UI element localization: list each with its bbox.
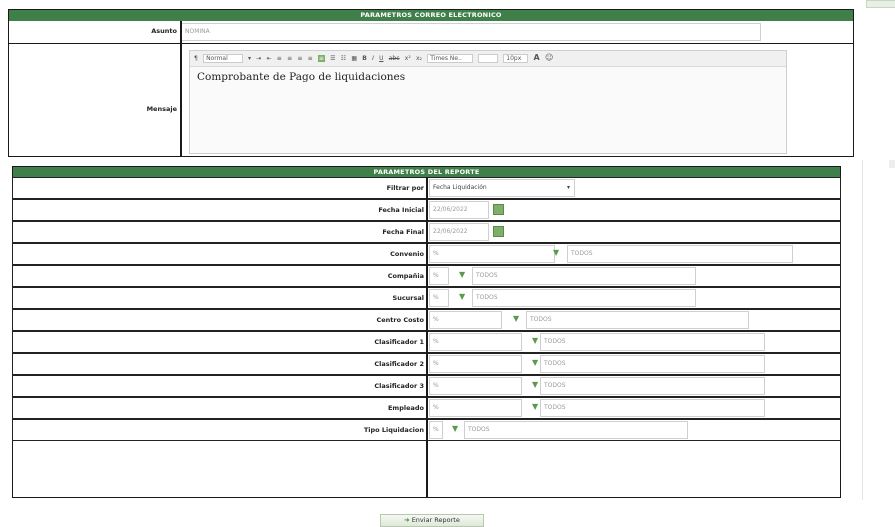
size-select[interactable]: 10px <box>503 54 529 63</box>
code-input[interactable]: % <box>429 289 449 307</box>
side-panel <box>862 160 895 500</box>
subscript-button[interactable]: x₂ <box>416 55 422 62</box>
message-label: Mensaje <box>146 105 177 113</box>
email-divider <box>180 21 182 157</box>
chevron-down-icon: ▾ <box>566 184 570 191</box>
code-input[interactable]: % <box>429 355 522 373</box>
report-row-label: Clasificador 1 <box>374 338 424 346</box>
report-row-label: Fecha Final <box>382 228 424 236</box>
editor-content[interactable]: Comprobante de Pago de liquidaciones <box>190 67 786 87</box>
email-params-header: PARAMETROS CORREO ELECTRONICO <box>9 10 853 21</box>
code-input[interactable]: % <box>429 245 555 263</box>
description-input[interactable]: TODOS <box>567 245 793 263</box>
line-height-select[interactable] <box>478 54 499 63</box>
report-row-label: Fecha Inicial <box>378 206 424 214</box>
description-input[interactable]: TODOS <box>472 267 696 285</box>
code-input[interactable]: % <box>429 311 502 329</box>
description-input[interactable]: TODOS <box>464 421 688 439</box>
description-input[interactable]: TODOS <box>472 289 696 307</box>
report-row-label: Sucursal <box>392 294 424 302</box>
report-row-label: Filtrar por <box>386 184 424 192</box>
corner-icon <box>866 0 895 8</box>
indent-icon[interactable]: ⇥ <box>256 55 261 62</box>
report-row-label: Tipo Liquidacion <box>363 426 424 434</box>
filter-icon[interactable]: ▼ <box>532 402 538 412</box>
align-right-icon[interactable]: ≡ <box>297 55 302 62</box>
highlight-icon[interactable]: ≡ <box>317 55 325 62</box>
code-input[interactable]: % <box>429 333 522 351</box>
report-row-label: Empleado <box>387 404 424 412</box>
filter-icon[interactable]: ▼ <box>532 336 538 346</box>
report-row-label: Clasificador 2 <box>374 360 424 368</box>
description-input[interactable]: TODOS <box>540 377 765 395</box>
font-color-button[interactable]: A <box>534 53 540 62</box>
align-center-icon[interactable]: ≡ <box>287 55 292 62</box>
filter-by-select[interactable]: Fecha Liquidación ▾ <box>429 179 575 197</box>
bullet-list-icon[interactable]: ☰ <box>330 55 335 62</box>
report-row-label: Clasificador 3 <box>374 382 424 390</box>
report-row-label: Convenio <box>390 250 424 258</box>
table-icon[interactable]: ▦ <box>351 55 357 62</box>
align-justify-icon[interactable]: ≡ <box>308 55 313 62</box>
subject-label: Asunto <box>151 27 177 35</box>
date-input[interactable]: 22/06/2022 <box>429 223 489 241</box>
strike-button[interactable]: abc <box>389 55 400 62</box>
rich-text-editor[interactable]: ¶ Normal ▾ ⇥ ⇤ ≡ ≡ ≡ ≡ ≡ ☰ ☷ ▦ B I U abc… <box>189 50 787 154</box>
code-input[interactable]: % <box>429 399 522 417</box>
description-input[interactable]: TODOS <box>540 355 765 373</box>
underline-button[interactable]: U <box>379 55 383 62</box>
filter-icon[interactable]: ▼ <box>459 270 465 280</box>
subject-input[interactable]: NOMINA <box>181 23 761 41</box>
code-input[interactable]: % <box>429 267 449 285</box>
superscript-button[interactable]: x² <box>405 55 411 62</box>
description-input[interactable]: TODOS <box>540 333 765 351</box>
description-input[interactable]: TODOS <box>526 311 749 329</box>
code-input[interactable]: % <box>429 377 522 395</box>
email-params-panel: PARAMETROS CORREO ELECTRONICO Asunto NOM… <box>8 9 854 157</box>
italic-button[interactable]: I <box>372 55 374 62</box>
subject-row: Asunto NOMINA <box>9 21 853 44</box>
send-report-button[interactable]: ➜ Enviar Reporte <box>380 514 484 527</box>
font-select[interactable]: Times Ne.. <box>427 54 473 63</box>
format-select[interactable]: Normal <box>203 54 243 63</box>
report-row-label: Centro Costo <box>376 316 424 324</box>
report-row-label: Compañia <box>387 272 424 280</box>
bold-button[interactable]: B <box>362 55 367 62</box>
report-divider <box>426 177 428 498</box>
description-input[interactable]: TODOS <box>540 399 765 417</box>
calendar-icon[interactable] <box>493 226 504 237</box>
filter-icon[interactable]: ▼ <box>452 424 458 434</box>
filter-icon[interactable]: ▼ <box>532 380 538 390</box>
filter-icon[interactable]: ▼ <box>532 358 538 368</box>
code-input[interactable]: % <box>429 421 443 439</box>
filter-icon[interactable]: ▼ <box>553 248 559 258</box>
paragraph-icon[interactable]: ¶ <box>194 55 198 62</box>
emoji-button[interactable]: ☺ <box>545 53 553 62</box>
filter-icon[interactable]: ▼ <box>513 314 519 324</box>
chevron-down-icon[interactable]: ▾ <box>248 55 251 62</box>
filter-icon[interactable]: ▼ <box>459 292 465 302</box>
numbered-list-icon[interactable]: ☷ <box>341 55 346 62</box>
calendar-icon[interactable] <box>493 204 504 215</box>
align-left-icon[interactable]: ≡ <box>277 55 282 62</box>
outdent-icon[interactable]: ⇤ <box>267 55 272 62</box>
editor-toolbar: ¶ Normal ▾ ⇥ ⇤ ≡ ≡ ≡ ≡ ≡ ☰ ☷ ▦ B I U abc… <box>190 51 786 67</box>
date-input[interactable]: 22/06/2022 <box>429 201 489 219</box>
